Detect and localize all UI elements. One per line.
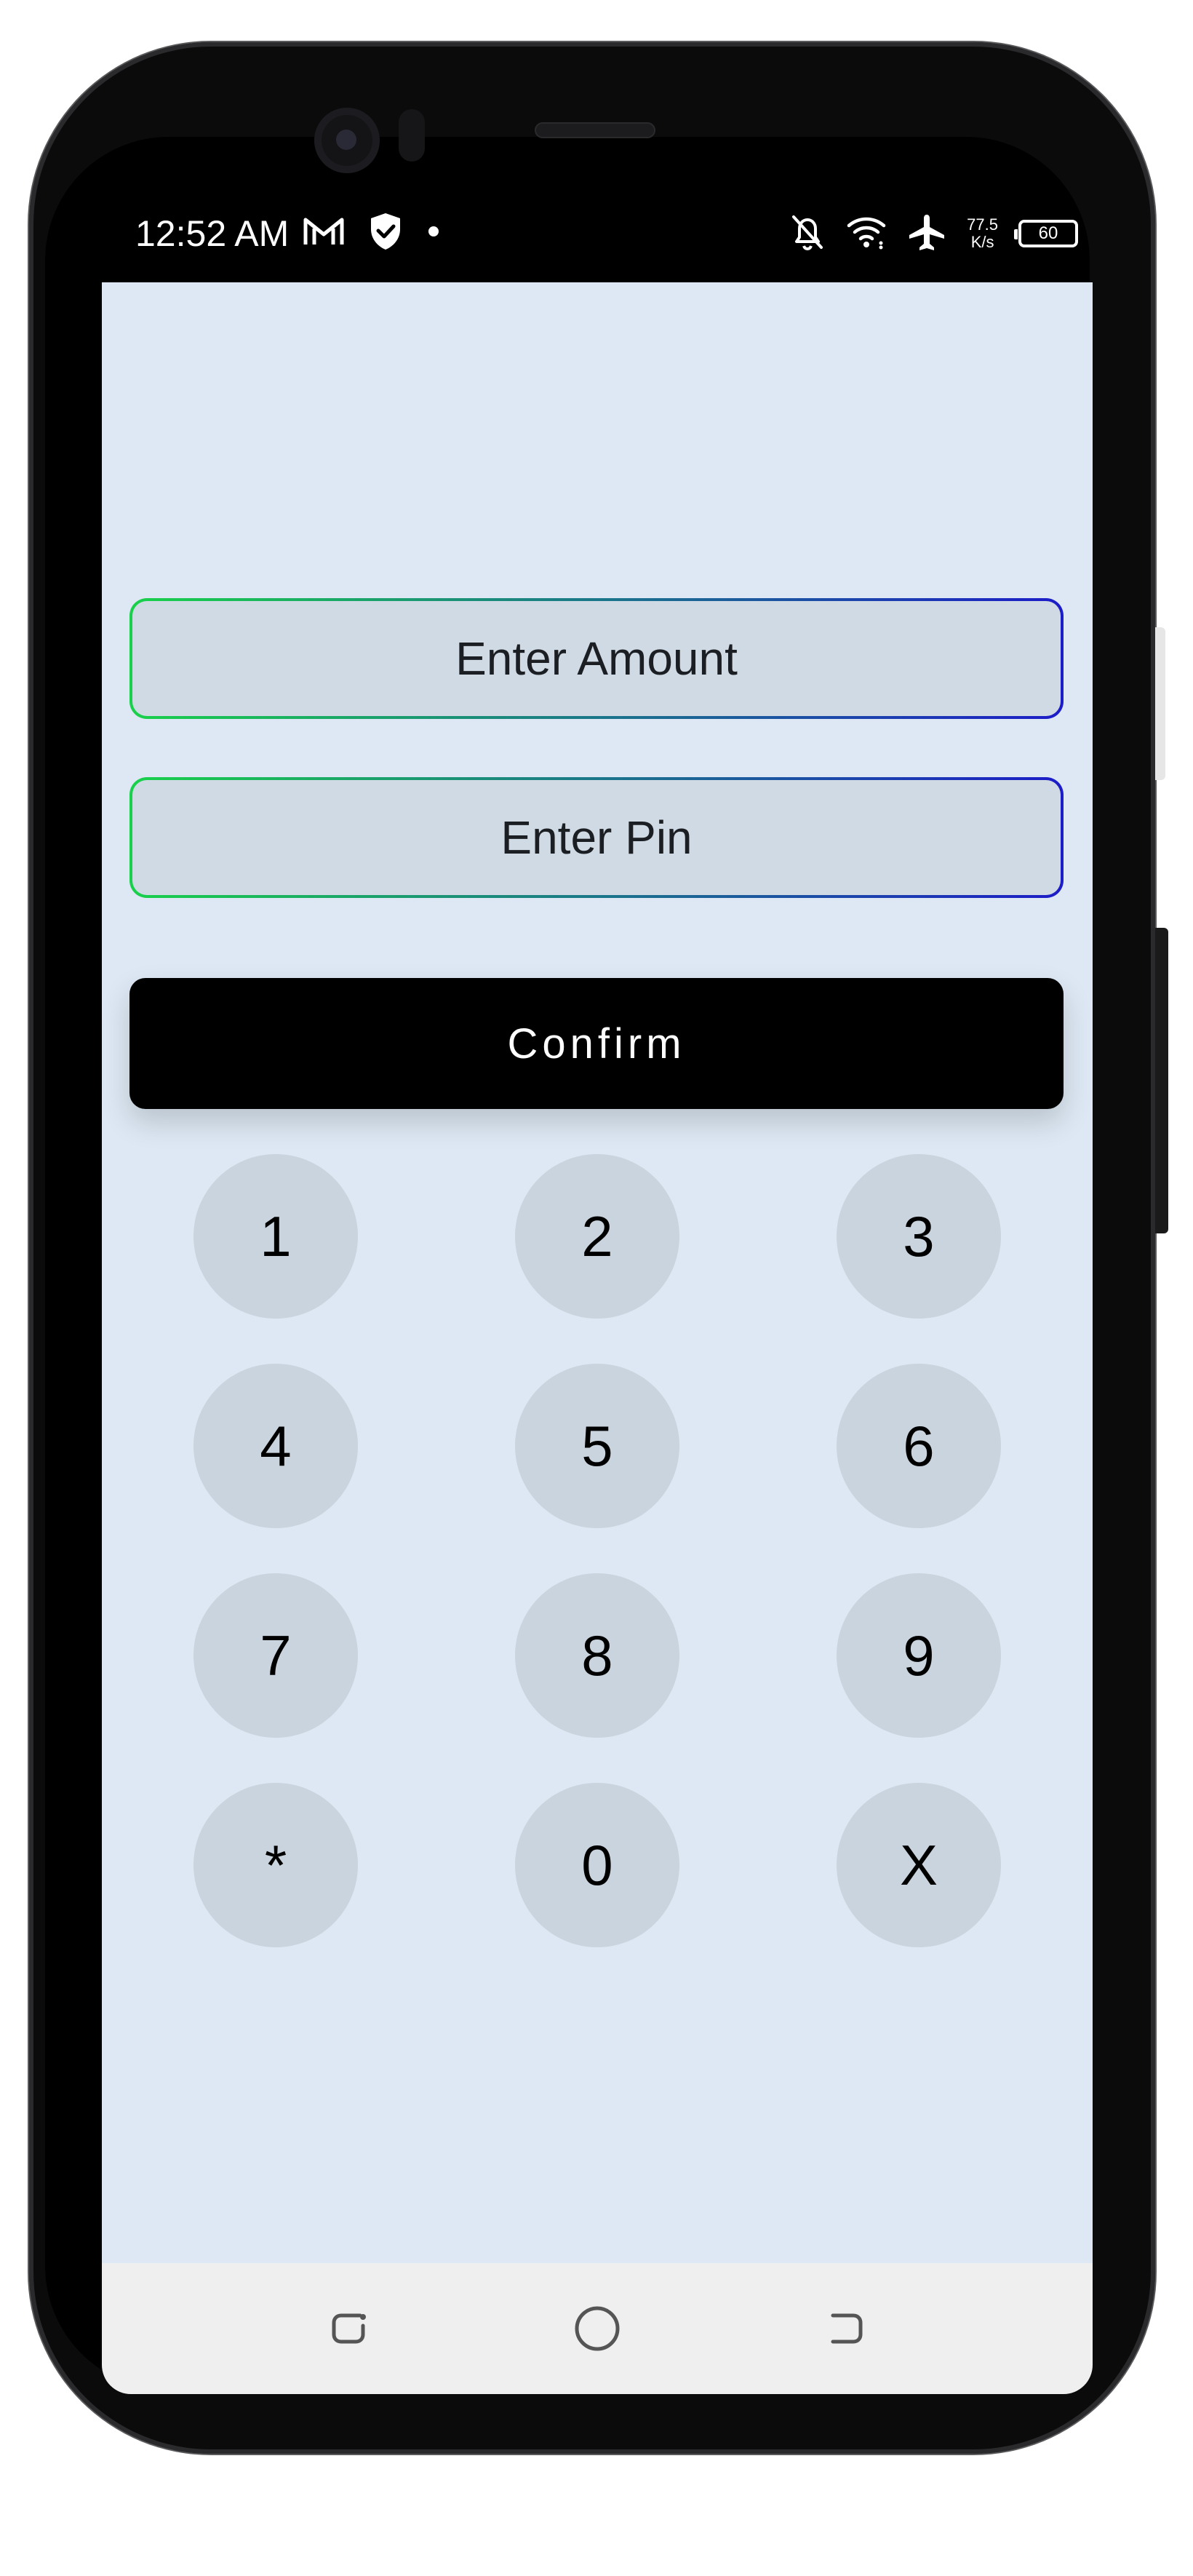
device-power-button: [1155, 928, 1168, 1233]
status-time: 12:52 AM: [135, 213, 290, 254]
wifi-icon: [846, 214, 887, 253]
key-1[interactable]: 1: [193, 1154, 358, 1319]
key-8[interactable]: 8: [515, 1573, 679, 1738]
airplane-icon: [907, 212, 946, 255]
network-speed: 77.5 K/s: [967, 216, 998, 251]
key-3[interactable]: 3: [837, 1154, 1001, 1319]
proximity-sensor: [399, 109, 425, 162]
recent-apps-icon[interactable]: [322, 2302, 375, 2355]
back-icon[interactable]: [820, 2302, 872, 2355]
network-speed-value: 77.5: [967, 215, 998, 234]
key-clear[interactable]: X: [837, 1783, 1001, 1947]
device-side-button: [1155, 627, 1165, 780]
status-bar: 12:52 AM 77.5 K/s 60: [102, 195, 1091, 282]
shield-check-icon: [368, 212, 403, 254]
battery-icon: 60: [1014, 220, 1078, 247]
battery-level: 60: [1038, 223, 1058, 243]
key-star[interactable]: *: [193, 1783, 358, 1947]
keypad: 1 2 3 4 5 6 7 8 9 * 0 X: [102, 282, 1093, 2263]
key-7[interactable]: 7: [193, 1573, 358, 1738]
app-screen: Confirm 1 2 3 4 5 6 7 8 9 * 0 X: [102, 282, 1093, 2263]
key-2[interactable]: 2: [515, 1154, 679, 1319]
key-4[interactable]: 4: [193, 1364, 358, 1528]
key-0[interactable]: 0: [515, 1783, 679, 1947]
camera-lens: [336, 130, 356, 150]
earpiece-speaker: [535, 122, 655, 138]
bell-off-icon: [789, 212, 826, 255]
status-left-icons: [303, 210, 441, 256]
network-speed-unit: K/s: [970, 233, 994, 251]
gmail-icon: [303, 215, 345, 250]
key-5[interactable]: 5: [515, 1364, 679, 1528]
home-icon[interactable]: [571, 2302, 623, 2355]
navigation-bar: [102, 2263, 1093, 2394]
key-9[interactable]: 9: [837, 1573, 1001, 1738]
notification-dot-icon: [426, 224, 441, 242]
key-6[interactable]: 6: [837, 1364, 1001, 1528]
status-right-icons: 77.5 K/s 60: [789, 208, 1078, 259]
